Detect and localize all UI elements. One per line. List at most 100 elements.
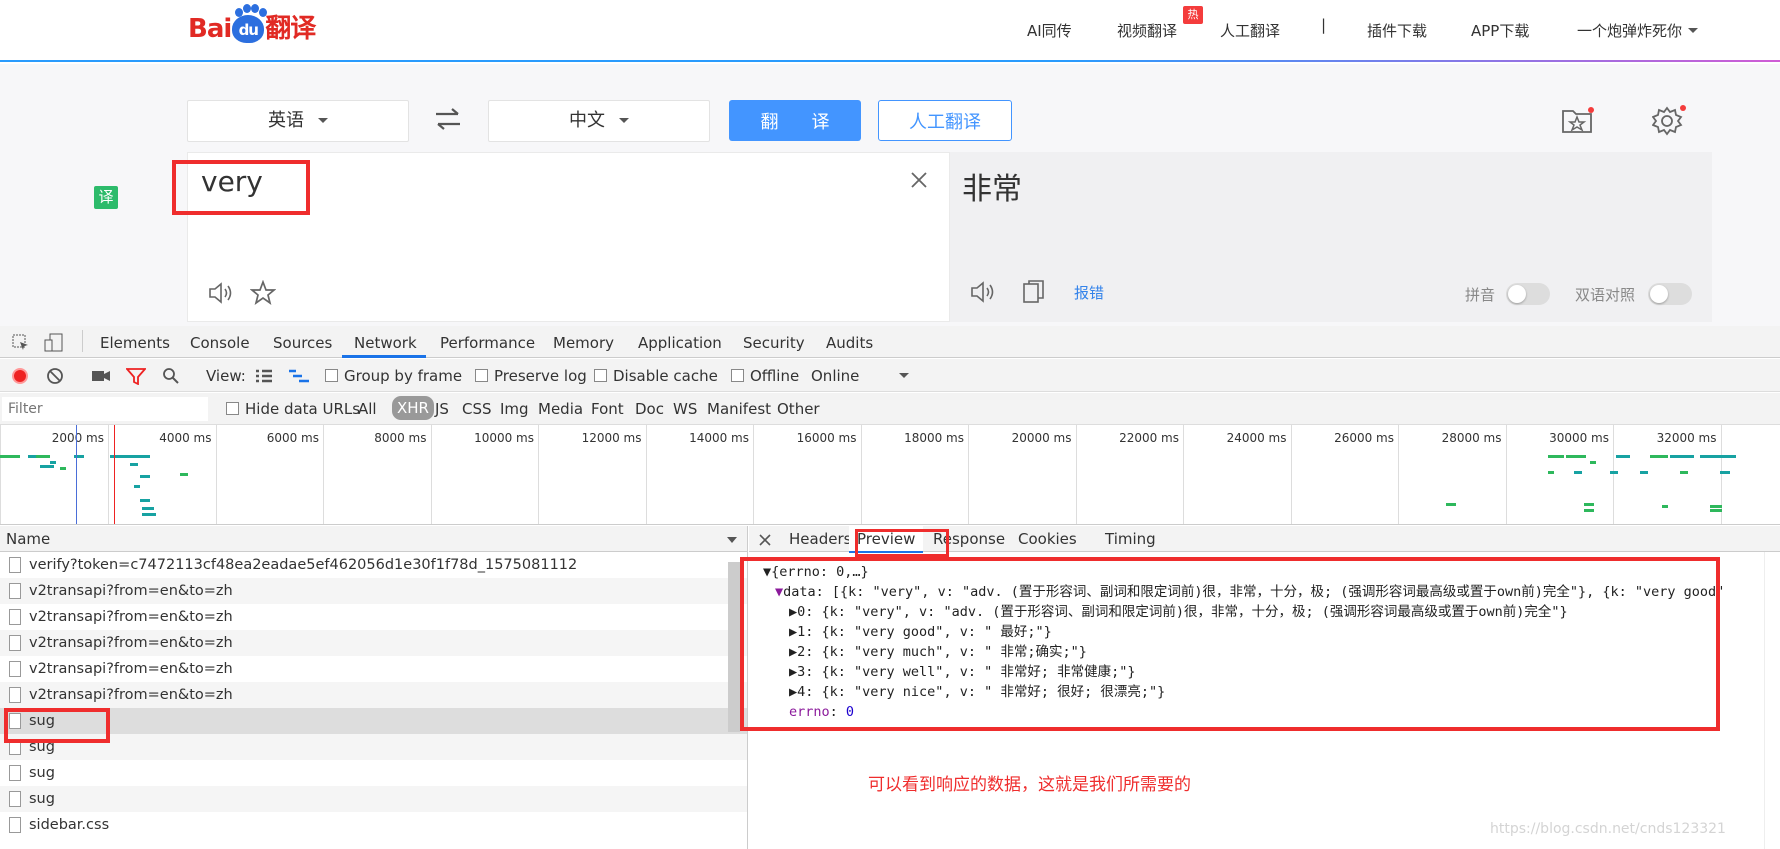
- human-translation-button[interactable]: 人工翻译: [878, 100, 1012, 141]
- hot-badge: 热: [1183, 6, 1203, 24]
- name-header-label: Name: [6, 530, 51, 548]
- large-rows-icon[interactable]: [255, 369, 273, 383]
- timeline-tick: 2000 ms: [0, 425, 108, 524]
- star-icon[interactable]: [250, 280, 276, 306]
- nav-ai-interpretation[interactable]: AI同传: [1027, 20, 1072, 41]
- json-data-line[interactable]: ▼data: [{k: "very", v: "adv. (置于形容词、副词和限…: [763, 582, 1724, 602]
- tab-audits[interactable]: Audits: [826, 334, 873, 352]
- json-item[interactable]: ▶3: {k: "very well", v: " 非常好; 非常健康;"}: [763, 662, 1724, 682]
- copy-icon[interactable]: [1022, 279, 1046, 305]
- waterfall-bar: [1650, 455, 1668, 458]
- timeline-tick-label: 2000 ms: [51, 431, 104, 445]
- translate-side-badge[interactable]: 译: [94, 186, 118, 209]
- filter-ws[interactable]: WS: [673, 400, 697, 418]
- request-row[interactable]: sug: [0, 734, 747, 760]
- tab-sources[interactable]: Sources: [273, 334, 332, 352]
- nav-human-translation[interactable]: 人工翻译: [1220, 20, 1280, 41]
- filter-img[interactable]: Img: [500, 400, 529, 418]
- favorites-icon[interactable]: [1561, 105, 1595, 135]
- inspect-element-icon[interactable]: [12, 334, 30, 352]
- source-language-select[interactable]: 英语: [187, 100, 409, 142]
- source-text-area[interactable]: very: [187, 152, 950, 322]
- search-icon[interactable]: [162, 367, 180, 385]
- network-overview-timeline[interactable]: 2000 ms 4000 ms 6000 ms 8000 ms 10000 ms 1200…: [0, 425, 1780, 525]
- name-column-header[interactable]: Name: [0, 526, 747, 552]
- request-name: v2transapi?from=en&to=zh: [29, 635, 233, 651]
- request-row[interactable]: v2transapi?from=en&to=zh: [0, 630, 747, 656]
- screenshot-camera-icon[interactable]: [91, 368, 111, 384]
- waterfall-bar: [1662, 505, 1668, 508]
- speaker-icon[interactable]: [208, 281, 236, 305]
- speaker-icon[interactable]: [970, 280, 998, 304]
- tab-cookies[interactable]: Cookies: [1018, 530, 1077, 548]
- filter-font[interactable]: Font: [591, 400, 624, 418]
- translate-button[interactable]: 翻 译: [729, 100, 861, 141]
- tab-application[interactable]: Application: [638, 334, 722, 352]
- request-row[interactable]: sug: [0, 760, 747, 786]
- json-root-line[interactable]: ▼{errno: 0,…}: [763, 562, 1724, 582]
- settings-gear-icon[interactable]: [1652, 104, 1686, 136]
- request-row[interactable]: v2transapi?from=en&to=zh: [0, 604, 747, 630]
- tab-response[interactable]: Response: [933, 530, 1005, 548]
- waterfall-bar: [1680, 471, 1688, 474]
- filter-input[interactable]: [2, 397, 208, 421]
- request-row[interactable]: v2transapi?from=en&to=zh: [0, 578, 747, 604]
- waterfall-overview-icon[interactable]: [288, 369, 310, 383]
- group-by-frame-checkbox[interactable]: Group by frame: [325, 367, 462, 385]
- tab-timing[interactable]: Timing: [1105, 530, 1156, 548]
- nav-plugin-download[interactable]: 插件下载: [1367, 20, 1427, 41]
- swap-languages-icon[interactable]: [433, 106, 463, 132]
- tab-headers[interactable]: Headers: [789, 530, 851, 548]
- file-icon: [9, 713, 21, 729]
- tab-security[interactable]: Security: [743, 334, 805, 352]
- request-row[interactable]: v2transapi?from=en&to=zh: [0, 656, 747, 682]
- throttle-select[interactable]: Online: [811, 367, 910, 385]
- target-language-select[interactable]: 中文: [488, 100, 710, 142]
- filter-manifest[interactable]: Manifest: [707, 400, 771, 418]
- source-text[interactable]: very: [201, 165, 263, 198]
- waterfall-bar: [1574, 471, 1582, 474]
- filter-media[interactable]: Media: [538, 400, 583, 418]
- json-item[interactable]: ▶2: {k: "very much", v: " 非常;确实;"}: [763, 642, 1724, 662]
- filter-css[interactable]: CSS: [462, 400, 492, 418]
- hide-data-urls-checkbox[interactable]: Hide data URLs: [226, 400, 360, 418]
- tab-preview[interactable]: Preview: [849, 526, 924, 553]
- tab-memory[interactable]: Memory: [553, 334, 614, 352]
- baidu-fanyi-logo[interactable]: Bai du 翻译: [188, 4, 316, 48]
- request-row[interactable]: sug: [0, 708, 747, 734]
- annotation-note: 可以看到响应的数据，这就是我们所需要的: [868, 775, 1191, 795]
- request-row[interactable]: sidebar.css: [0, 812, 747, 838]
- user-menu[interactable]: 一个炮弹炸死你: [1577, 20, 1699, 41]
- clear-icon[interactable]: [46, 367, 64, 385]
- json-item[interactable]: ▶4: {k: "very nice", v: " 非常好; 很好; 很漂亮;"…: [763, 682, 1724, 702]
- report-error-link[interactable]: 报错: [1074, 282, 1104, 303]
- preserve-log-checkbox[interactable]: Preserve log: [475, 367, 587, 385]
- bilingual-toggle[interactable]: [1648, 283, 1692, 305]
- request-row[interactable]: v2transapi?from=en&to=zh: [0, 682, 747, 708]
- request-row[interactable]: sug: [0, 786, 747, 812]
- tab-elements[interactable]: Elements: [100, 334, 170, 352]
- pinyin-toggle[interactable]: [1506, 283, 1550, 305]
- nav-video-translation[interactable]: 视频翻译: [1117, 20, 1177, 41]
- tab-network[interactable]: Network: [354, 334, 417, 352]
- disable-cache-checkbox[interactable]: Disable cache: [594, 367, 718, 385]
- file-icon: [9, 817, 21, 833]
- close-icon[interactable]: [759, 534, 771, 546]
- json-item[interactable]: ▶1: {k: "very good", v: " 最好;"}: [763, 622, 1724, 642]
- record-icon[interactable]: [12, 368, 28, 384]
- filter-doc[interactable]: Doc: [635, 400, 664, 418]
- scrollbar-thumb[interactable]: [728, 562, 740, 732]
- filter-icon[interactable]: [126, 367, 146, 385]
- filter-js[interactable]: JS: [435, 400, 449, 418]
- tab-performance[interactable]: Performance: [440, 334, 535, 352]
- filter-all[interactable]: All: [358, 400, 377, 418]
- filter-xhr[interactable]: XHR: [392, 396, 434, 420]
- request-row[interactable]: verify?token=c7472113cf48ea2eadae5ef4620…: [0, 552, 747, 578]
- offline-checkbox[interactable]: Offline: [731, 367, 799, 385]
- nav-app-download[interactable]: APP下载: [1471, 20, 1529, 41]
- device-toolbar-icon[interactable]: [44, 333, 64, 353]
- json-item[interactable]: ▶0: {k: "very", v: "adv. (置于形容词、副词和限定词前)…: [763, 602, 1724, 622]
- clear-close-icon[interactable]: [910, 171, 928, 189]
- tab-console[interactable]: Console: [190, 334, 250, 352]
- filter-other[interactable]: Other: [777, 400, 820, 418]
